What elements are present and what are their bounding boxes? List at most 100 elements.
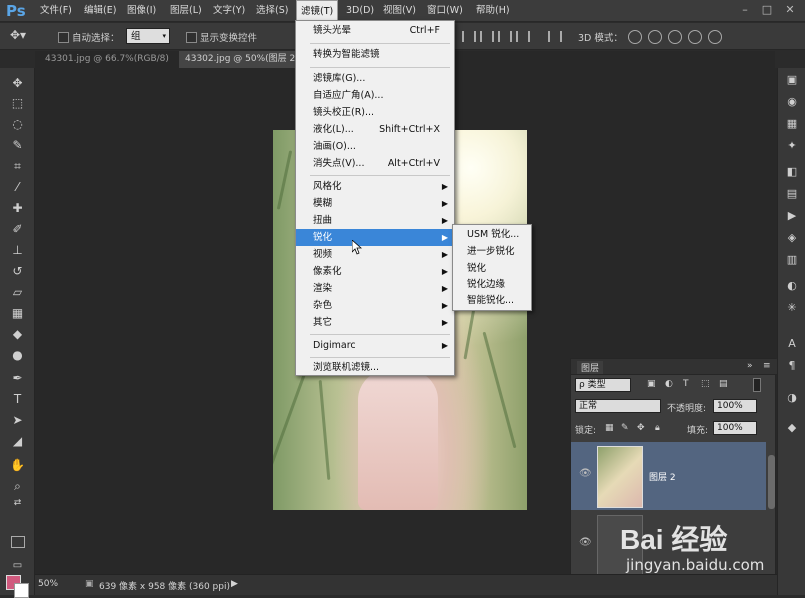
menu-item-distort[interactable]: 扭曲 ▶ bbox=[296, 212, 454, 229]
collapse-icon[interactable]: » bbox=[747, 361, 753, 371]
menu-type[interactable]: 文字(Y) bbox=[213, 0, 245, 22]
layers-scrollbar[interactable] bbox=[768, 455, 775, 509]
lock-position-icon[interactable]: ✥ bbox=[637, 423, 645, 433]
submenu-item-sharpen-more[interactable]: 进一步锐化 bbox=[467, 244, 515, 260]
3d-slide-icon[interactable] bbox=[688, 30, 702, 44]
minimize-icon[interactable]: – bbox=[735, 0, 755, 20]
healing-tool-icon[interactable]: ✚ bbox=[10, 201, 25, 216]
close-icon[interactable]: ✕ bbox=[780, 0, 800, 20]
crop-tool-icon[interactable]: ⌗ bbox=[10, 159, 25, 174]
menu-3d[interactable]: 3D(D) bbox=[346, 0, 374, 22]
submenu-item-smart-sharpen[interactable]: 智能锐化... bbox=[467, 293, 514, 309]
maximize-icon[interactable]: □ bbox=[757, 0, 777, 20]
show-transform-checkbox[interactable] bbox=[186, 32, 197, 43]
brush-tool-icon[interactable]: ✐ bbox=[10, 222, 25, 237]
distribute-icon[interactable] bbox=[548, 31, 562, 42]
history-brush-tool-icon[interactable]: ↺ bbox=[10, 264, 25, 279]
menu-item-browse-filters-online[interactable]: 浏览联机滤镜... bbox=[296, 359, 454, 376]
filter-type-icon[interactable]: T bbox=[683, 379, 689, 389]
gradient-tool-icon[interactable]: ▦ bbox=[10, 306, 25, 321]
paths-icon[interactable]: ◐ bbox=[786, 280, 798, 292]
color-icon[interactable]: ◉ bbox=[786, 96, 798, 108]
lasso-tool-icon[interactable]: ◌ bbox=[10, 117, 25, 132]
menu-item-vanishing-point[interactable]: 消失点(V)... Alt+Ctrl+V bbox=[296, 155, 454, 172]
align-icon[interactable] bbox=[462, 31, 476, 42]
filter-pixel-icon[interactable]: ▣ bbox=[647, 379, 656, 389]
lock-transparency-icon[interactable]: ▦ bbox=[605, 423, 614, 433]
auto-select-checkbox[interactable] bbox=[58, 32, 69, 43]
menu-view[interactable]: 视图(V) bbox=[383, 0, 416, 22]
blur-tool-icon[interactable]: ◆ bbox=[10, 327, 25, 342]
menu-item-sharpen[interactable]: 锐化 ▶ bbox=[296, 229, 454, 246]
menu-select[interactable]: 选择(S) bbox=[256, 0, 288, 22]
layers-icon[interactable]: ◆ bbox=[786, 422, 798, 434]
submenu-item-sharpen[interactable]: 锐化 bbox=[467, 261, 486, 277]
background-color-swatch[interactable] bbox=[14, 583, 29, 598]
menu-window[interactable]: 窗口(W) bbox=[427, 0, 463, 22]
eraser-tool-icon[interactable]: ▱ bbox=[10, 285, 25, 300]
info-icon[interactable]: ▥ bbox=[786, 254, 798, 266]
menu-item-other[interactable]: 其它 ▶ bbox=[296, 314, 454, 331]
menu-item-adaptive-wide-angle[interactable]: 自适应广角(A)... bbox=[296, 87, 454, 104]
lock-pixels-icon[interactable]: ✎ bbox=[621, 423, 629, 433]
move-tool-icon[interactable]: ✥ bbox=[10, 76, 25, 91]
menu-item-noise[interactable]: 杂色 ▶ bbox=[296, 297, 454, 314]
hand-tool-icon[interactable]: ✋ bbox=[10, 458, 25, 473]
layer-name[interactable]: 图层 2 bbox=[649, 470, 676, 483]
brush-presets-icon[interactable]: ✳ bbox=[786, 302, 798, 314]
tab-document-1[interactable]: 43301.jpg @ 66.7%(RGB/8) × bbox=[39, 51, 191, 68]
layer-kind-filter[interactable]: ρ 类型 bbox=[575, 378, 631, 392]
menu-item-stylize[interactable]: 风格化 ▶ bbox=[296, 178, 454, 195]
submenu-item-unsharp-mask[interactable]: USM 锐化... bbox=[467, 227, 519, 243]
path-select-tool-icon[interactable]: ➤ bbox=[10, 413, 25, 428]
menu-edit[interactable]: 编辑(E) bbox=[84, 0, 116, 22]
adjustments-icon[interactable]: ◧ bbox=[786, 166, 798, 178]
zoom-level[interactable]: 50% bbox=[38, 579, 58, 589]
swatches-icon[interactable]: ▦ bbox=[786, 118, 798, 130]
3d-rotate-icon[interactable] bbox=[628, 30, 642, 44]
actions-icon[interactable]: ▶ bbox=[786, 210, 798, 222]
swap-colors-icon[interactable]: ⇄ bbox=[10, 496, 25, 511]
menu-help[interactable]: 帮助(H) bbox=[476, 0, 510, 22]
blend-mode-dropdown[interactable]: 正常 bbox=[575, 399, 661, 413]
lock-all-icon[interactable]: 🔒︎ bbox=[655, 423, 660, 433]
menu-layer[interactable]: 图层(L) bbox=[170, 0, 202, 22]
filter-toggle-switch[interactable] bbox=[753, 378, 761, 392]
filter-shape-icon[interactable]: ⬚ bbox=[701, 379, 710, 389]
tab-document-2[interactable]: 43302.jpg @ 50%(图层 2 bbox=[179, 51, 302, 68]
character-icon[interactable]: A bbox=[786, 338, 798, 350]
shape-tool-icon[interactable]: ◢ bbox=[10, 434, 25, 449]
menu-item-lens-flare[interactable]: 镜头光晕 Ctrl+F bbox=[296, 22, 454, 39]
3d-scale-icon[interactable] bbox=[708, 30, 722, 44]
menu-item-filter-gallery[interactable]: 滤镜库(G)... bbox=[296, 70, 454, 87]
navigator-icon[interactable]: ◈ bbox=[786, 232, 798, 244]
menu-item-digimarc[interactable]: Digimarc ▶ bbox=[296, 337, 454, 354]
panel-menu-icon[interactable]: ≡ bbox=[763, 361, 771, 371]
menu-item-lens-correction[interactable]: 镜头校正(R)... bbox=[296, 104, 454, 121]
menu-item-liquify[interactable]: 液化(L)... Shift+Ctrl+X bbox=[296, 121, 454, 138]
menu-file[interactable]: 文件(F) bbox=[40, 0, 72, 22]
opacity-input[interactable]: 100% bbox=[713, 399, 757, 413]
quick-select-tool-icon[interactable]: ✎ bbox=[10, 138, 25, 153]
menu-item-blur[interactable]: 模糊 ▶ bbox=[296, 195, 454, 212]
eyedropper-tool-icon[interactable]: ⁄ bbox=[10, 180, 25, 195]
zoom-tool-icon[interactable]: ⌕ bbox=[10, 479, 25, 494]
visibility-eye-icon[interactable]: 👁︎ bbox=[579, 537, 592, 548]
3d-roll-icon[interactable] bbox=[648, 30, 662, 44]
marquee-tool-icon[interactable]: ⬚ bbox=[10, 96, 25, 111]
histogram-icon[interactable]: ▤ bbox=[786, 188, 798, 200]
visibility-eye-icon[interactable]: 👁︎ bbox=[579, 468, 592, 479]
layers-tab[interactable]: 图层 bbox=[577, 361, 604, 374]
menu-item-oil-paint[interactable]: 油画(O)... bbox=[296, 138, 454, 155]
layer-row-selected[interactable]: 👁︎ 图层 2 bbox=[571, 442, 766, 510]
type-tool-icon[interactable]: T bbox=[10, 392, 25, 407]
status-menu-arrow-icon[interactable]: ▶ bbox=[231, 579, 238, 589]
styles-icon[interactable]: ✦ bbox=[786, 140, 798, 152]
auto-select-mode-dropdown[interactable]: 组 ▾ bbox=[126, 28, 170, 44]
menu-image[interactable]: 图像(I) bbox=[127, 0, 156, 22]
3d-pan-icon[interactable] bbox=[668, 30, 682, 44]
align-icon[interactable] bbox=[516, 31, 530, 42]
filter-smart-object-icon[interactable]: ▤ bbox=[719, 379, 728, 389]
pen-tool-icon[interactable]: ✒ bbox=[10, 371, 25, 386]
menu-item-render[interactable]: 渲染 ▶ bbox=[296, 280, 454, 297]
